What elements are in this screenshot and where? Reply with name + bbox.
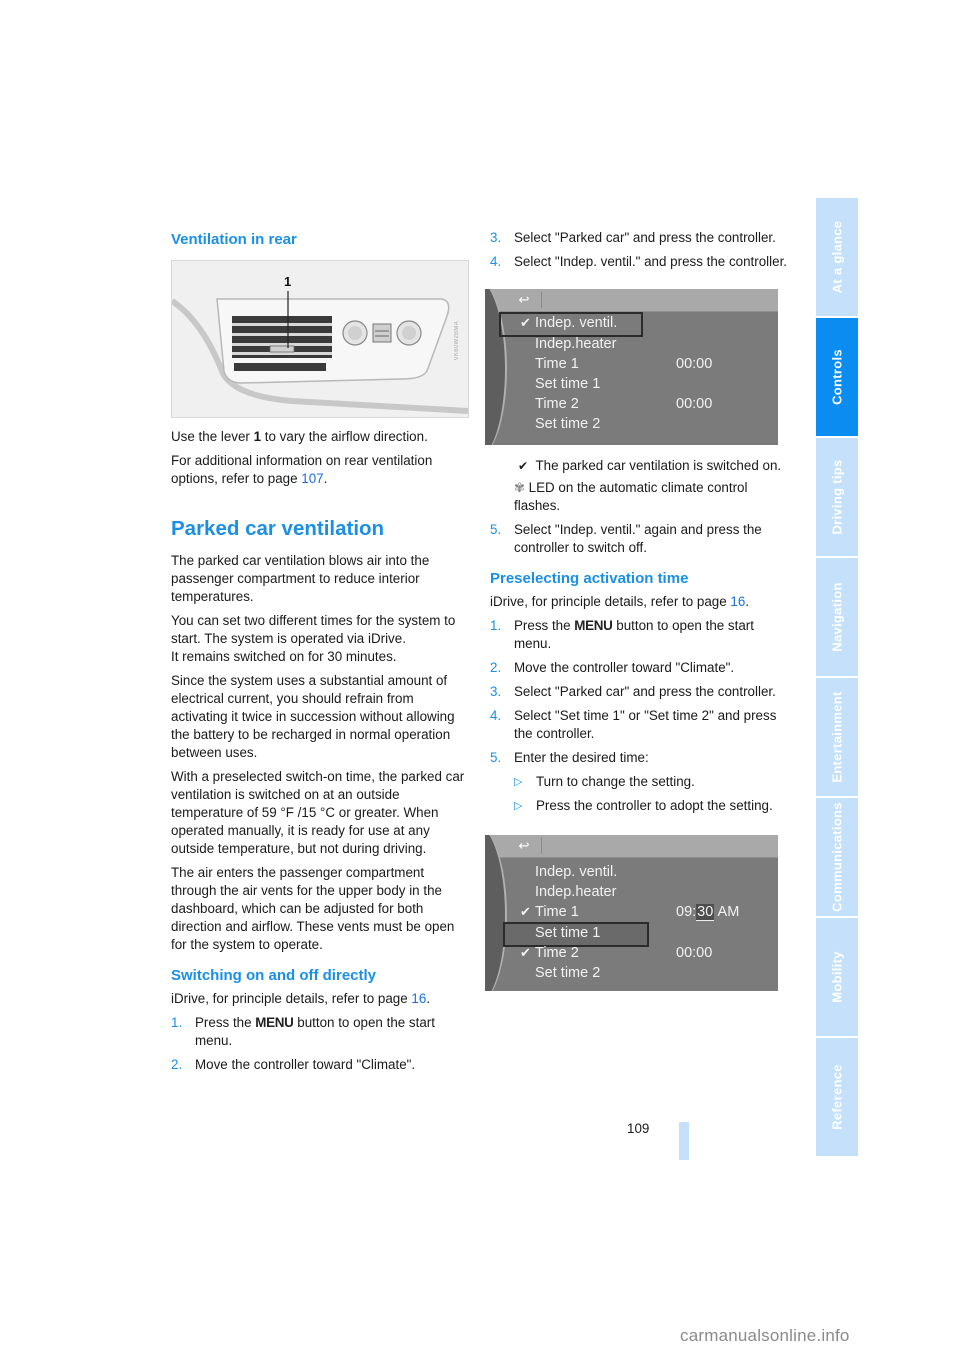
tab-entertainment[interactable]: Entertainment <box>816 678 858 796</box>
intro-paragraph: The parked car ventilation blows air int… <box>171 553 430 604</box>
time-1-value: 09:30 AM <box>676 904 740 921</box>
page-link-16-b[interactable]: 16 <box>730 594 745 609</box>
idrive-screen-set-time: ↩ Indep. ventil. Indep.heater ✔ Time 1 0… <box>485 835 778 991</box>
rear-ventilation-heading: Ventilation in rear <box>171 231 297 248</box>
triangle-bullet-icon: ▷ <box>514 800 523 812</box>
right-column: 3. Select "Parked car" and press the con… <box>485 229 790 1003</box>
battery-paragraph: Since the system uses a substantial amou… <box>171 673 455 760</box>
status-notes: ✔ The parked car ventilation is switched… <box>514 457 790 515</box>
screen-row-time-1[interactable]: Time 1 00:00 <box>485 354 778 374</box>
tab-reference[interactable]: Reference <box>816 1038 858 1156</box>
preselect-intro: iDrive, for principle details, refer to … <box>490 594 750 609</box>
page-link-16[interactable]: 16 <box>411 991 426 1006</box>
chapter-tabs: At a glance Controls Driving tips Naviga… <box>816 198 858 1158</box>
left-column: Ventilation in rear 1 VK60W2BMA Use the … <box>171 230 471 1080</box>
screen-row-set-time-1[interactable]: Set time 1 <box>485 922 778 947</box>
screen-row-time-2[interactable]: Time 2 00:00 <box>485 394 778 414</box>
switch-step-4: 4. Select "Indep. ventil." and press the… <box>490 254 788 269</box>
checkmark-icon: ✔ <box>517 459 529 473</box>
screen-header: ↩ <box>485 835 778 858</box>
switch-step-5: 5. Select "Indep. ventil." again and pre… <box>490 522 762 555</box>
menu-key-icon: MENU <box>255 1015 294 1030</box>
check-icon: ✔ <box>520 945 531 960</box>
screen-row-set-time-2[interactable]: Set time 2 <box>485 414 778 434</box>
screen-row-indep-heater[interactable]: Indep.heater <box>485 334 778 354</box>
preselect-step-1: 1. Press the MENU button to open the sta… <box>490 618 754 651</box>
back-arrow-icon[interactable]: ↩ <box>507 838 542 854</box>
lever-number: 1 <box>253 429 262 444</box>
screen-header: ↩ <box>485 289 778 312</box>
switch-step-1: 1. Press the MENU button to open the sta… <box>171 1015 435 1048</box>
screen-row-set-time-1[interactable]: Set time 1 <box>485 374 778 394</box>
rear-vent-drawing: 1 <box>172 274 468 414</box>
preselect-step-5: 5. Enter the desired time: <box>490 750 649 765</box>
check-icon: ✔ <box>520 904 531 919</box>
fan-icon: ✾ <box>514 480 525 495</box>
page-link-107[interactable]: 107 <box>301 471 323 486</box>
times-paragraph: You can set two different times for the … <box>171 613 456 664</box>
tab-at-a-glance[interactable]: At a glance <box>816 198 858 316</box>
tab-navigation[interactable]: Navigation <box>816 558 858 676</box>
switch-intro: iDrive, for principle details, refer to … <box>171 991 431 1006</box>
preselecting-heading: Preselecting activation time <box>490 570 689 587</box>
additional-info-paragraph: For additional information on rear venti… <box>171 453 433 486</box>
switch-step-2: 2. Move the controller toward "Climate". <box>171 1057 416 1072</box>
screen-row-indep-heater[interactable]: Indep.heater <box>485 882 778 902</box>
idrive-screen-indep-ventil: ↩ ✔ Indep. ventil. Indep.heater Time 1 0… <box>485 289 778 445</box>
page-marker-bar <box>679 1122 689 1160</box>
triangle-bullet-icon: ▷ <box>514 776 523 788</box>
watermark: carmanualsonline.info <box>680 1326 850 1345</box>
figure-code: VK60W2BMA <box>454 321 460 361</box>
page-number: 109 <box>627 1121 650 1136</box>
bullet-press: ▷ Press the controller to adopt the sett… <box>514 798 773 813</box>
tab-mobility[interactable]: Mobility <box>816 918 858 1036</box>
figure-label-1: 1 <box>284 274 291 289</box>
tab-controls[interactable]: Controls <box>816 318 858 436</box>
screen-row-indep-ventil[interactable]: Indep. ventil. <box>485 862 778 882</box>
preselect-step-3: 3. Select "Parked car" and press the con… <box>490 684 776 699</box>
lever-paragraph: Use the lever 1 to vary the airflow dire… <box>171 429 428 444</box>
rear-vent-illustration: 1 VK60W2BMA <box>171 260 469 418</box>
minute-cursor: 30 <box>696 904 715 921</box>
back-arrow-icon[interactable]: ↩ <box>507 292 542 308</box>
tab-driving-tips[interactable]: Driving tips <box>816 438 858 556</box>
screen-row-set-time-2[interactable]: Set time 2 <box>485 963 778 983</box>
bullet-turn: ▷ Turn to change the setting. <box>514 774 695 789</box>
preselect-step-4: 4. Select "Set time 1" or "Set time 2" a… <box>490 708 777 741</box>
preselect-step-2: 2. Move the controller toward "Climate". <box>490 660 735 675</box>
switch-step-3: 3. Select "Parked car" and press the con… <box>490 230 776 245</box>
temperature-paragraph: With a preselected switch-on time, the p… <box>171 769 465 856</box>
check-icon: ✔ <box>520 315 531 330</box>
note-fan-led: ✾ LED on the automatic climate control f… <box>514 480 748 513</box>
menu-key-icon: MENU <box>574 618 613 633</box>
switching-heading: Switching on and off directly <box>171 967 377 984</box>
screen-row-time-2[interactable]: ✔ Time 2 00:00 <box>485 943 778 963</box>
parked-car-ventilation-heading: Parked car ventilation <box>171 517 385 540</box>
air-vents-paragraph: The air enters the passenger compartment… <box>171 865 455 952</box>
tab-communications[interactable]: Communications <box>816 798 858 916</box>
note-checkmark: ✔ The parked car ventilation is switched… <box>514 457 790 475</box>
screen-row-time-1[interactable]: ✔ Time 1 09:30 AM <box>485 902 778 922</box>
screen-row-indep-ventil[interactable]: ✔ Indep. ventil. <box>485 312 778 337</box>
